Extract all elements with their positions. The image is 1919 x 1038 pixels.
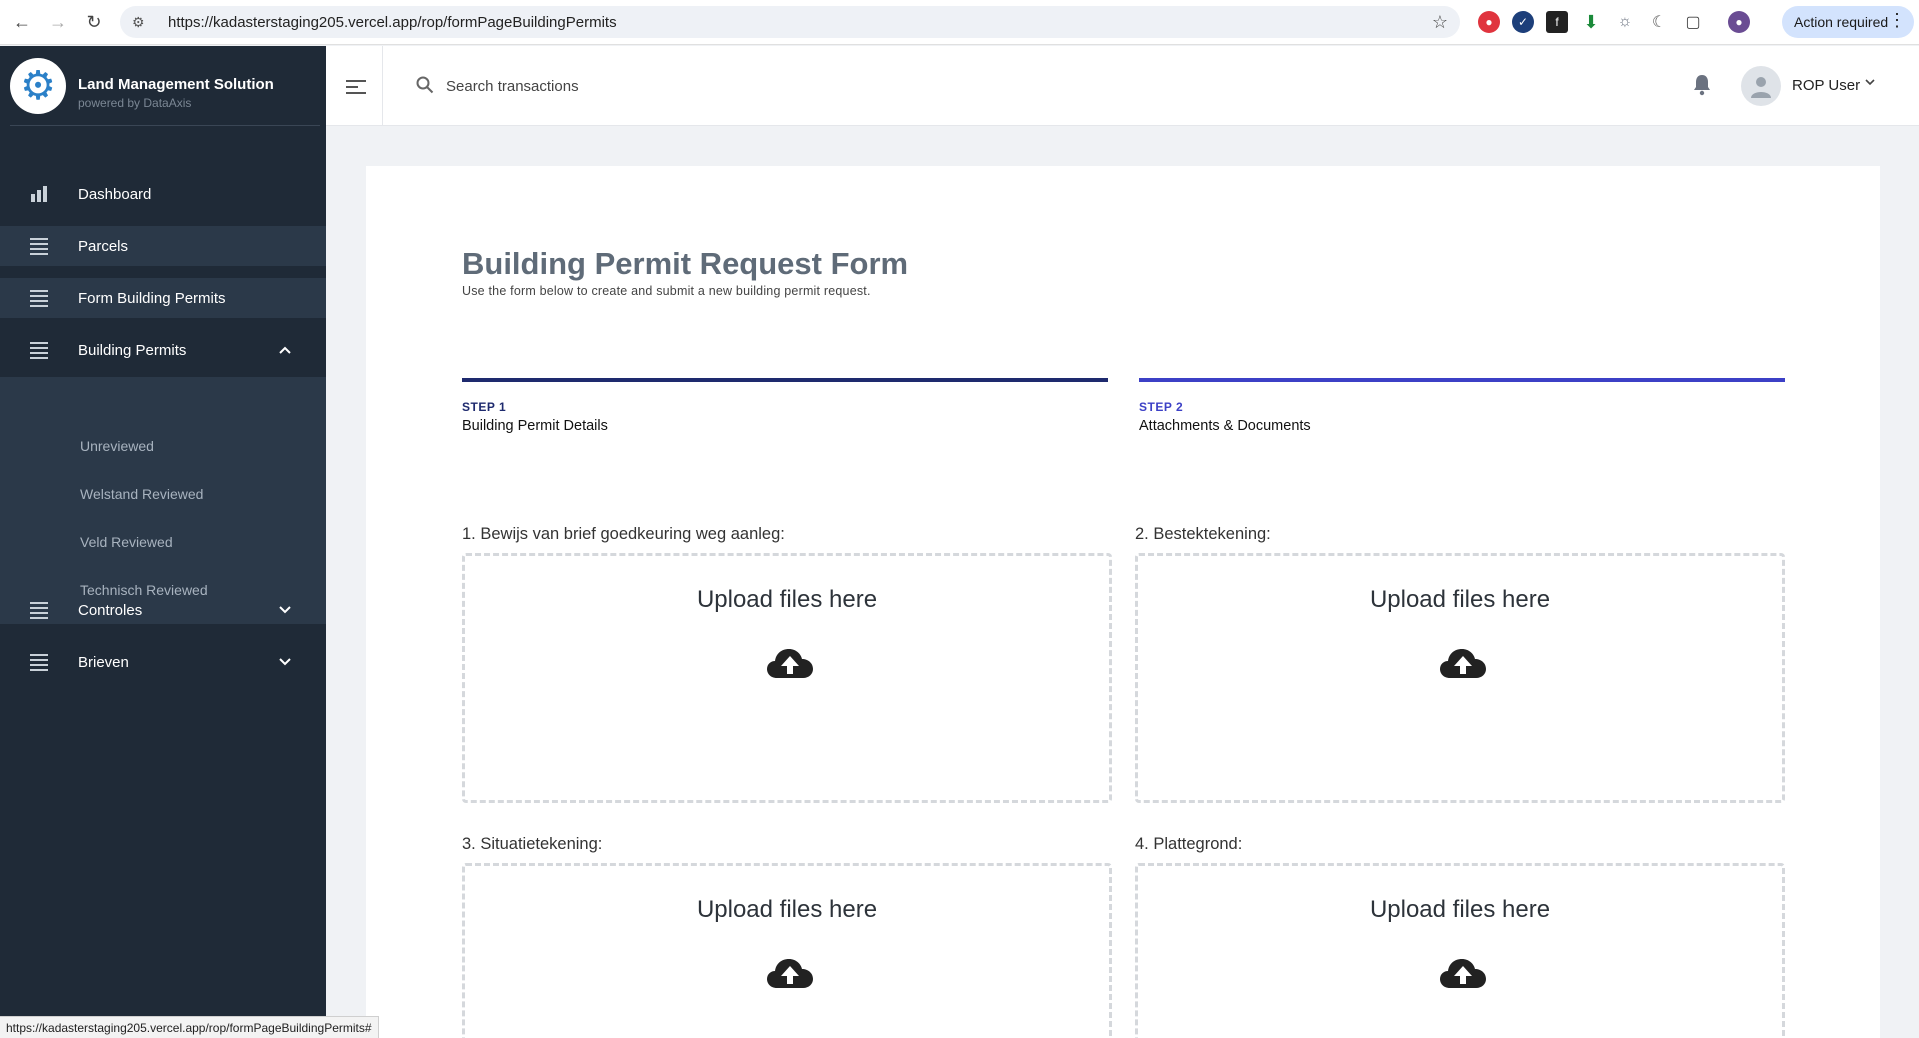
list-icon: [30, 237, 48, 255]
sidebar-item-label: Brieven: [78, 653, 129, 671]
chevron-up-icon[interactable]: [278, 342, 292, 358]
upload-dropzone-4[interactable]: Upload files here: [1135, 863, 1785, 1038]
list-icon: [30, 653, 48, 671]
extensions-puzzle-icon[interactable]: ▢: [1682, 11, 1704, 33]
sidebar-item-label: Controles: [78, 601, 143, 619]
gear-logo-icon: ⚙: [10, 58, 66, 114]
avatar[interactable]: [1741, 66, 1781, 106]
upload-dropzone-1[interactable]: Upload files here: [462, 553, 1112, 803]
bookmark-star-icon[interactable]: ☆: [1432, 12, 1448, 33]
list-icon: [30, 601, 48, 619]
profile-avatar-icon[interactable]: ●: [1728, 11, 1750, 33]
sidebar-item-label: Dashboard: [78, 185, 152, 203]
sidebar-item-building-permits[interactable]: Building Permits: [0, 330, 326, 370]
step-number: STEP 1: [462, 400, 507, 414]
extension-icons: ● ✓ f ⬇ ☼ ☾ ▢ ●: [1478, 11, 1750, 33]
step-progress-bar: [1139, 378, 1785, 382]
user-name[interactable]: ROP User: [1792, 77, 1860, 94]
form-card: Building Permit Request Form Use the for…: [366, 166, 1880, 1038]
cloud-upload-icon: [767, 649, 813, 678]
top-header: ROP User: [326, 46, 1919, 126]
upload-text: Upload files here: [696, 586, 878, 613]
submenu-item-unreviewed[interactable]: Unreviewed: [80, 438, 154, 454]
chevron-down-icon[interactable]: [278, 654, 292, 670]
step-number: STEP 2: [1139, 400, 1184, 414]
brand: ⚙ Land Management Solution powered by Da…: [10, 56, 320, 126]
extension-f-icon[interactable]: f: [1546, 11, 1568, 33]
upload-label-3: 3. Situatietekening:: [462, 835, 603, 853]
upload-label-2: 2. Bestektekening:: [1135, 525, 1271, 543]
sidebar-item-parcels[interactable]: Parcels: [0, 226, 326, 266]
upload-dropzone-2[interactable]: Upload files here: [1135, 553, 1785, 803]
back-icon[interactable]: ←: [4, 4, 40, 40]
submenu-item-veld-reviewed[interactable]: Veld Reviewed: [80, 534, 173, 550]
url-text[interactable]: https://kadasterstaging205.vercel.app/ro…: [168, 14, 617, 31]
forward-icon[interactable]: →: [40, 4, 76, 40]
sidebar-item-controles[interactable]: Controles: [0, 590, 326, 630]
sidebar-item-label: Form Building Permits: [78, 289, 226, 307]
extension-moon-icon[interactable]: ☾: [1648, 11, 1670, 33]
browser-toolbar: ← → ↻ ⚙ https://kadasterstaging205.verce…: [0, 0, 1919, 45]
sidebar: ⚙ Land Management Solution powered by Da…: [0, 46, 326, 1038]
cloud-upload-icon: [1440, 959, 1486, 988]
bell-icon[interactable]: [1692, 74, 1712, 96]
search-icon: [416, 76, 434, 94]
chevron-down-icon[interactable]: [278, 602, 292, 618]
site-info-icon[interactable]: ⚙: [132, 14, 152, 31]
step-name: Building Permit Details: [462, 418, 608, 434]
sidebar-item-dashboard[interactable]: Dashboard: [0, 174, 326, 214]
list-icon: [30, 289, 48, 307]
step-1[interactable]: STEP 1 Building Permit Details: [462, 378, 1108, 434]
reload-icon[interactable]: ↻: [76, 4, 112, 40]
extension-globe-icon[interactable]: ☼: [1614, 11, 1636, 33]
search-input[interactable]: [446, 72, 846, 100]
step-progress-bar: [462, 378, 1108, 382]
upload-label-1: 1. Bewijs van brief goedkeuring weg aanl…: [462, 525, 785, 543]
submenu-item-welstand-reviewed[interactable]: Welstand Reviewed: [80, 486, 203, 502]
address-bar[interactable]: ⚙ https://kadasterstaging205.vercel.app/…: [120, 6, 1460, 38]
step-2[interactable]: STEP 2 Attachments & Documents: [1139, 378, 1785, 434]
cloud-upload-icon: [1440, 649, 1486, 678]
brand-title: Land Management Solution: [78, 76, 274, 93]
status-bar-url: https://kadasterstaging205.vercel.app/ro…: [0, 1016, 379, 1038]
upload-text: Upload files here: [696, 896, 878, 923]
user-icon: [1751, 77, 1771, 98]
upload-text: Upload files here: [1369, 586, 1551, 613]
action-required-label: Action required: [1794, 14, 1889, 30]
extension-check-icon[interactable]: ✓: [1512, 11, 1534, 33]
sidebar-toggle-icon[interactable]: [346, 76, 366, 98]
upload-label-4: 4. Plattegrond:: [1135, 835, 1243, 853]
bar-chart-icon: [30, 185, 48, 203]
page-title: Building Permit Request Form: [462, 246, 909, 281]
extension-red-icon[interactable]: ●: [1478, 11, 1500, 33]
chevron-down-icon[interactable]: [1864, 76, 1876, 90]
sidebar-item-brieven[interactable]: Brieven: [0, 642, 326, 682]
sidebar-item-label: Building Permits: [78, 341, 187, 359]
building-permits-submenu: Unreviewed Welstand Reviewed Veld Review…: [0, 377, 326, 624]
page-subtitle: Use the form below to create and submit …: [462, 284, 871, 298]
sidebar-item-label: Parcels: [78, 237, 129, 255]
cloud-upload-icon: [767, 959, 813, 988]
action-required-button[interactable]: Action required ⋮: [1782, 6, 1914, 38]
upload-dropzone-3[interactable]: Upload files here: [462, 863, 1112, 1038]
brand-subtitle: powered by DataAxis: [78, 96, 192, 110]
header-divider: [382, 46, 383, 126]
upload-text: Upload files here: [1369, 896, 1551, 923]
step-name: Attachments & Documents: [1139, 418, 1311, 434]
more-vertical-icon[interactable]: ⋮: [1888, 10, 1906, 31]
list-icon: [30, 341, 48, 359]
extension-download-icon[interactable]: ⬇: [1580, 11, 1602, 33]
sidebar-item-form-building-permits[interactable]: Form Building Permits: [0, 278, 326, 318]
